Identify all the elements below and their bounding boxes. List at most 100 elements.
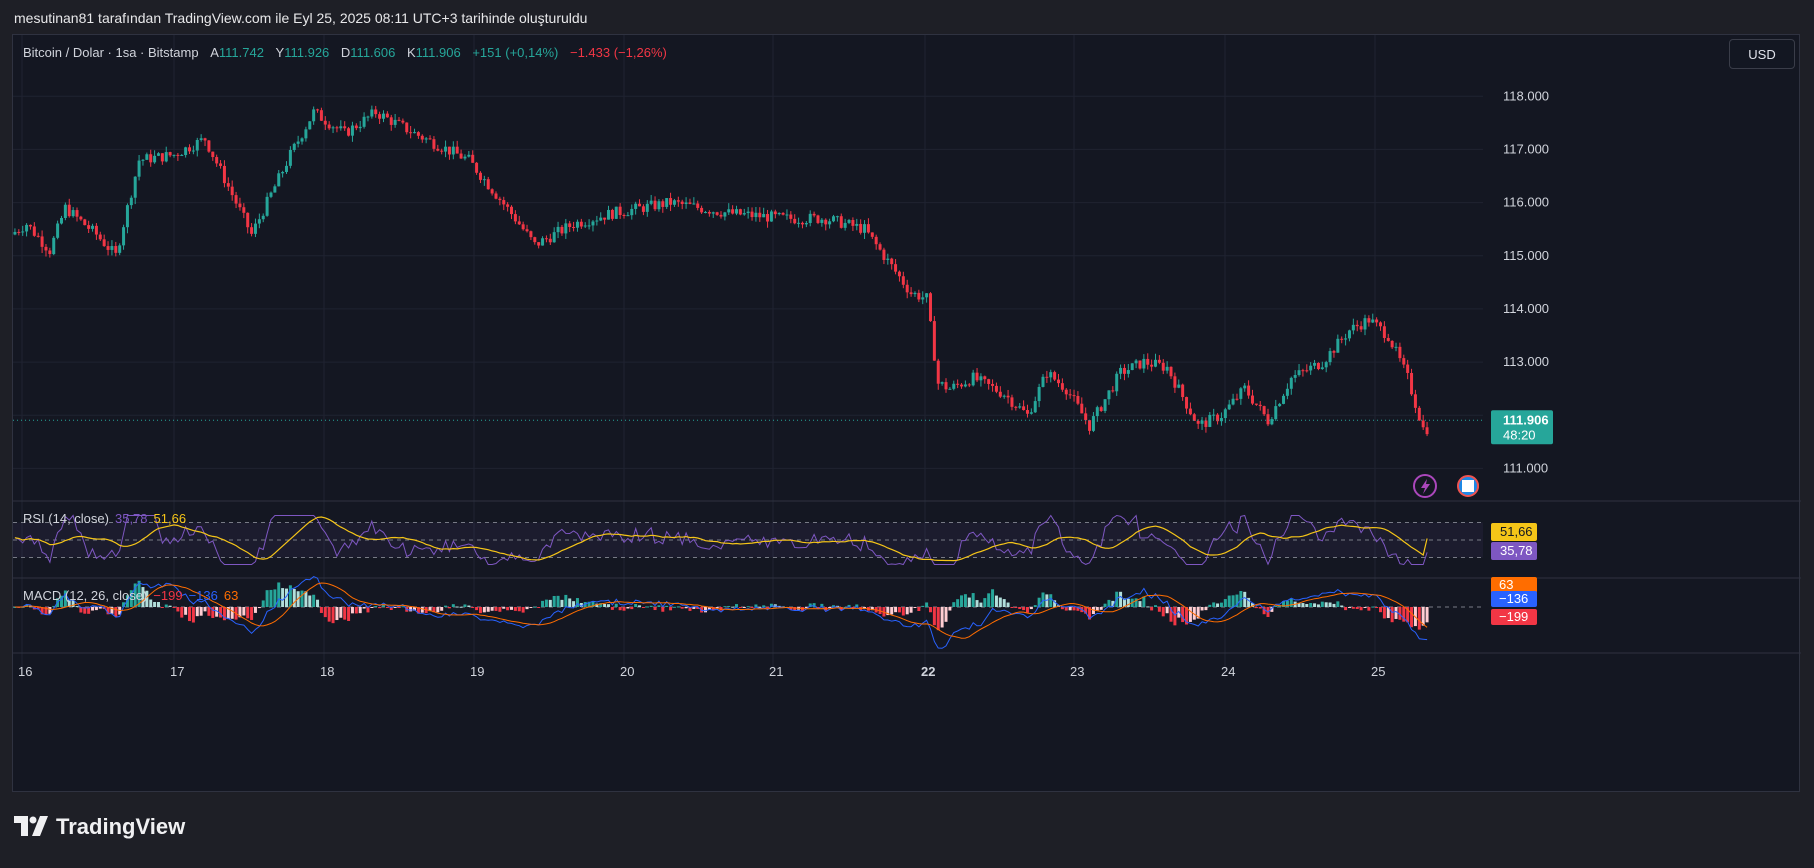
candle: [1367, 318, 1371, 323]
candle: [630, 208, 634, 216]
candle: [145, 154, 149, 160]
candle: [203, 138, 207, 141]
rsi-legend[interactable]: RSI (14, close) 35,78 51,66: [23, 511, 186, 526]
candle: [1041, 376, 1045, 387]
candle: [1103, 399, 1107, 411]
candle: [548, 238, 552, 243]
candle: [1309, 365, 1313, 371]
macd-hist-bar: [971, 593, 975, 607]
macd-hist-bar: [1002, 599, 1006, 607]
macd-hist-bar: [940, 607, 944, 628]
macd-tag-label: −199: [1499, 609, 1528, 624]
candle: [1293, 374, 1297, 378]
candle: [506, 204, 510, 207]
candle: [1185, 397, 1189, 409]
candle: [1390, 340, 1394, 348]
currency-button[interactable]: USD: [1729, 39, 1795, 69]
macd-label: MACD (12, 26, close): [23, 588, 148, 603]
candle: [471, 154, 475, 163]
macd-hist-bar: [568, 598, 572, 607]
candle: [1239, 388, 1243, 399]
candle: [1049, 372, 1053, 378]
macd-hist-bar: [1095, 607, 1099, 611]
candle: [1014, 406, 1018, 408]
macd-hist-bar: [944, 607, 948, 622]
macd-hist-bar: [661, 607, 665, 612]
price-chart[interactable]: 118.000 117.000 116.000 115.000 114.000 113.0…: [13, 35, 1801, 793]
macd-hist-bar: [397, 607, 401, 608]
candle: [94, 225, 98, 235]
macd-hist-bar: [936, 607, 940, 631]
macd-hist-bar: [350, 607, 354, 614]
candle: [502, 200, 506, 205]
candle: [793, 218, 797, 224]
candle: [285, 165, 289, 172]
candle: [219, 163, 223, 166]
candle: [1379, 322, 1383, 327]
symbol-title[interactable]: Bitcoin / Dolar · 1sa · Bitstamp: [23, 45, 199, 60]
candle: [987, 379, 991, 384]
candle: [975, 372, 979, 381]
candle: [738, 209, 742, 215]
chart-frame[interactable]: 118.000 117.000 116.000 115.000 114.000 113.0…: [12, 34, 1801, 793]
candle: [122, 227, 126, 246]
candle: [855, 223, 859, 226]
candle: [451, 146, 455, 155]
candle: [486, 179, 490, 190]
candle: [350, 125, 354, 136]
candle: [250, 227, 254, 234]
candle: [494, 193, 498, 199]
candle: [781, 212, 785, 215]
macd-hist-bar: [1146, 606, 1150, 608]
macd-hist-bar: [1425, 607, 1429, 623]
candle: [358, 126, 362, 129]
macd-hist-bar: [1181, 607, 1185, 623]
macd-hist-bar: [250, 607, 254, 620]
macd-hist-bar: [537, 607, 541, 608]
macd-hist-bar: [502, 607, 506, 609]
time-tick-label: 18: [320, 664, 334, 679]
macd-hist-bar: [510, 607, 514, 610]
tradingview-logo[interactable]: TradingView: [14, 814, 185, 840]
macd-hist-bar: [436, 607, 440, 613]
macd-hist-bar: [626, 607, 630, 609]
macd-hist-bar: [1328, 602, 1332, 607]
candle: [773, 211, 777, 215]
candle: [835, 216, 839, 218]
macd-hist-bar: [393, 607, 397, 608]
macd-hist-bar: [1119, 591, 1123, 607]
candle: [106, 246, 110, 250]
candle: [983, 376, 987, 380]
price-tick-label: 113.000: [1503, 354, 1549, 369]
candle: [1153, 359, 1157, 367]
candle: [428, 138, 432, 140]
candle: [257, 219, 261, 224]
candle: [703, 211, 707, 213]
macd-legend[interactable]: MACD (12, 26, close) −199 −136 63: [23, 588, 238, 603]
price-tick-label: 117.000: [1503, 141, 1549, 156]
macd-hist-bar: [952, 602, 956, 607]
macd-hist-bar: [420, 607, 424, 613]
macd-hist-bar: [680, 607, 684, 609]
rsi-value: 35,78: [114, 511, 148, 526]
macd-hist-bar: [1142, 596, 1146, 607]
macd-hist-bar: [1153, 605, 1157, 607]
macd-hist-bar: [603, 603, 607, 607]
macd-hist-bar: [308, 595, 312, 607]
macd-tag-label: 63: [1499, 577, 1513, 592]
macd-hist-bar: [1231, 595, 1235, 607]
candle: [606, 209, 610, 220]
candle: [327, 124, 331, 129]
candle: [1363, 318, 1367, 330]
candle: [1375, 319, 1379, 323]
candle: [1406, 364, 1410, 373]
macd-hist-bar: [1006, 602, 1010, 607]
candle: [265, 196, 269, 216]
macd-hist-bar: [1344, 607, 1348, 611]
candle: [750, 211, 754, 218]
candle: [575, 221, 579, 228]
candle: [1340, 338, 1344, 340]
macd-hist-bar: [444, 605, 448, 607]
macd-hist-bar: [963, 594, 967, 607]
candle: [1161, 362, 1165, 371]
